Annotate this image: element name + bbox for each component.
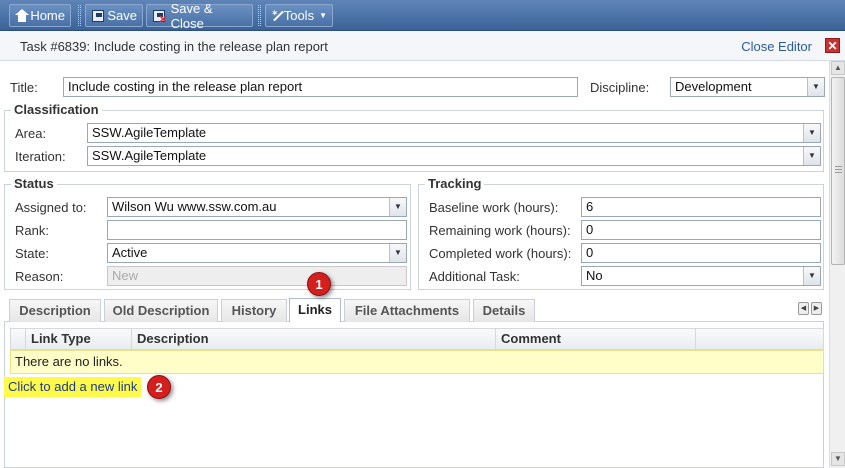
- completed-field[interactable]: 0: [581, 243, 821, 263]
- home-button[interactable]: Home: [9, 4, 71, 27]
- discipline-label: Discipline:: [590, 80, 650, 95]
- chevron-down-icon[interactable]: ▼: [389, 198, 406, 216]
- scroll-up-icon[interactable]: ▲: [831, 61, 845, 75]
- area-label: Area:: [15, 126, 47, 141]
- page-title: Task #6839: Include costing in the relea…: [20, 39, 328, 54]
- status-legend: Status: [11, 176, 57, 191]
- title-label: Title:: [10, 80, 38, 95]
- completed-label: Completed work (hours):: [429, 246, 572, 261]
- iteration-value: SSW.AgileTemplate: [92, 148, 207, 163]
- column-description[interactable]: Description: [131, 329, 495, 351]
- tab-old-description[interactable]: Old Description: [104, 299, 218, 322]
- remaining-label: Remaining work (hours):: [429, 223, 571, 238]
- discipline-value: Development: [675, 79, 752, 94]
- tools-label: Tools: [283, 8, 315, 23]
- empty-links-message: There are no links.: [10, 350, 824, 374]
- additional-task-select[interactable]: No ▼: [581, 266, 821, 286]
- chevron-down-icon[interactable]: ▼: [389, 244, 406, 262]
- save-icon: [91, 9, 104, 23]
- add-link-button[interactable]: Click to add a new link: [4, 377, 142, 397]
- area-select[interactable]: SSW.AgileTemplate ▼: [87, 123, 821, 143]
- baseline-field[interactable]: 6: [581, 197, 821, 217]
- tab-details[interactable]: Details: [473, 299, 535, 322]
- baseline-label: Baseline work (hours):: [429, 200, 559, 215]
- iteration-label: Iteration:: [15, 149, 66, 164]
- remaining-field[interactable]: 0: [581, 220, 821, 240]
- row-selector-header: [11, 329, 25, 351]
- save-label: Save: [107, 8, 137, 23]
- assigned-to-select[interactable]: Wilson Wu www.ssw.com.au ▼: [107, 197, 407, 217]
- chevron-down-icon[interactable]: ▼: [807, 78, 824, 96]
- callout-badge-1: 1: [307, 272, 331, 296]
- toolbar-separator: [78, 5, 81, 26]
- save-close-label: Save & Close: [170, 0, 213, 31]
- additional-label: Additional Task:: [429, 269, 520, 284]
- column-extra: [695, 329, 823, 351]
- scroll-down-icon[interactable]: ▼: [831, 452, 845, 466]
- toolbar-separator: [258, 5, 261, 26]
- scroll-thumb[interactable]: [831, 77, 845, 265]
- assigned-value: Wilson Wu www.ssw.com.au: [112, 199, 277, 214]
- links-table-header: Link Type Description Comment: [10, 328, 824, 351]
- tab-file-attachments[interactable]: File Attachments: [344, 299, 470, 322]
- tab-history[interactable]: History: [221, 299, 287, 322]
- home-icon: [15, 8, 29, 23]
- title-field[interactable]: Include costing in the release plan repo…: [63, 77, 578, 97]
- iteration-select[interactable]: SSW.AgileTemplate ▼: [87, 146, 821, 166]
- state-select[interactable]: Active ▼: [107, 243, 407, 263]
- state-label: State:: [15, 246, 49, 261]
- save-close-icon: ✕: [152, 9, 168, 25]
- tracking-legend: Tracking: [425, 176, 485, 191]
- classification-legend: Classification: [11, 102, 102, 117]
- chevron-down-icon[interactable]: ▼: [803, 124, 820, 142]
- rank-field[interactable]: [107, 220, 407, 240]
- discipline-select[interactable]: Development ▼: [670, 77, 825, 97]
- save-button[interactable]: Save: [85, 4, 143, 27]
- state-value: Active: [112, 245, 148, 260]
- close-icon[interactable]: ✕: [825, 38, 840, 53]
- reason-label: Reason:: [15, 269, 64, 284]
- tab-description[interactable]: Description: [9, 299, 101, 322]
- rank-label: Rank:: [15, 223, 49, 238]
- save-close-button[interactable]: ✕ Save & Close: [146, 1, 253, 31]
- home-label: Home: [30, 8, 65, 23]
- tools-button[interactable]: ✶ Tools ▼: [265, 4, 333, 27]
- editor-header: Task #6839: Include costing in the relea…: [0, 31, 845, 61]
- tab-scroll-right-icon[interactable]: ▶: [811, 302, 822, 315]
- tab-scroll-left-icon[interactable]: ◀: [798, 302, 809, 315]
- additional-value: No: [586, 268, 603, 283]
- wand-icon: ✶: [271, 8, 284, 23]
- chevron-down-icon[interactable]: ▼: [803, 147, 820, 165]
- reason-field: New: [107, 266, 407, 286]
- chevron-down-icon: ▼: [319, 11, 327, 20]
- chevron-down-icon[interactable]: ▼: [803, 267, 820, 285]
- assigned-label: Assigned to:: [15, 200, 87, 215]
- column-comment[interactable]: Comment: [495, 329, 695, 351]
- callout-badge-2: 2: [147, 375, 171, 399]
- close-editor-link[interactable]: Close Editor: [741, 39, 812, 54]
- tab-links[interactable]: Links: [289, 298, 341, 322]
- vertical-scrollbar[interactable]: ▲ ▼: [829, 61, 845, 468]
- toolbar: Home Save ✕ Save & Close ✶ Tools ▼: [0, 0, 845, 31]
- area-value: SSW.AgileTemplate: [92, 125, 207, 140]
- column-link-type[interactable]: Link Type: [25, 329, 131, 351]
